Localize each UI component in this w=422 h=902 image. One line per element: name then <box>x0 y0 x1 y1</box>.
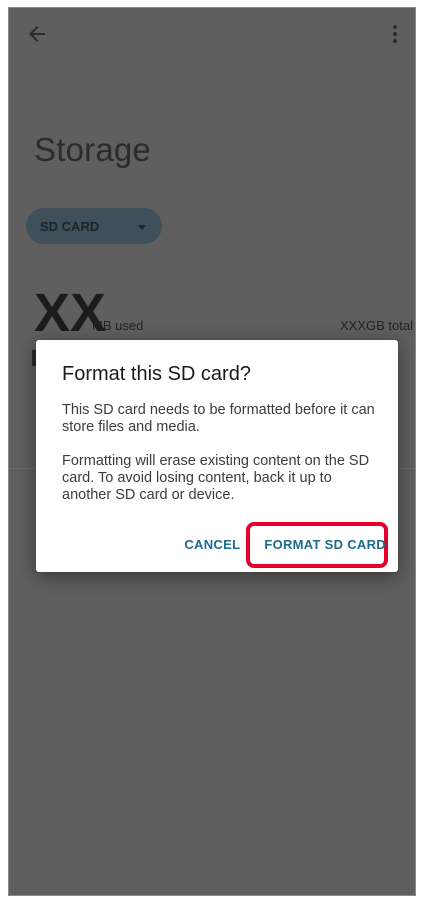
dialog-message-paragraph-1: This SD card needs to be formatted befor… <box>62 402 375 435</box>
dialog-title: Format this SD card? <box>62 363 251 385</box>
screen: Storage SD CARD XX MB used XXXGB total F… <box>8 7 416 896</box>
format-sd-card-dialog: Format this SD card? This SD card needs … <box>36 340 398 572</box>
dialog-message-paragraph-2: Formatting will erase existing content o… <box>62 453 370 503</box>
arrow-back-icon[interactable] <box>25 22 49 46</box>
used-unit-label: MB used <box>92 318 144 333</box>
storage-selector-dropdown[interactable]: SD CARD <box>26 208 162 244</box>
dialog-actions: CANCEL FORMAT SD CARD <box>184 534 386 554</box>
cancel-button[interactable]: CANCEL <box>184 537 240 552</box>
top-app-bar <box>9 8 415 64</box>
chevron-down-icon <box>138 225 146 230</box>
page-title: Storage <box>34 131 151 168</box>
more-vert-icon[interactable] <box>383 22 407 46</box>
storage-selector-label: SD CARD <box>40 219 100 234</box>
format-sd-card-button[interactable]: FORMAT SD CARD <box>264 537 386 552</box>
dialog-message: This SD card needs to be formatted befor… <box>62 402 380 521</box>
total-capacity-label: XXXGB total <box>340 318 413 333</box>
